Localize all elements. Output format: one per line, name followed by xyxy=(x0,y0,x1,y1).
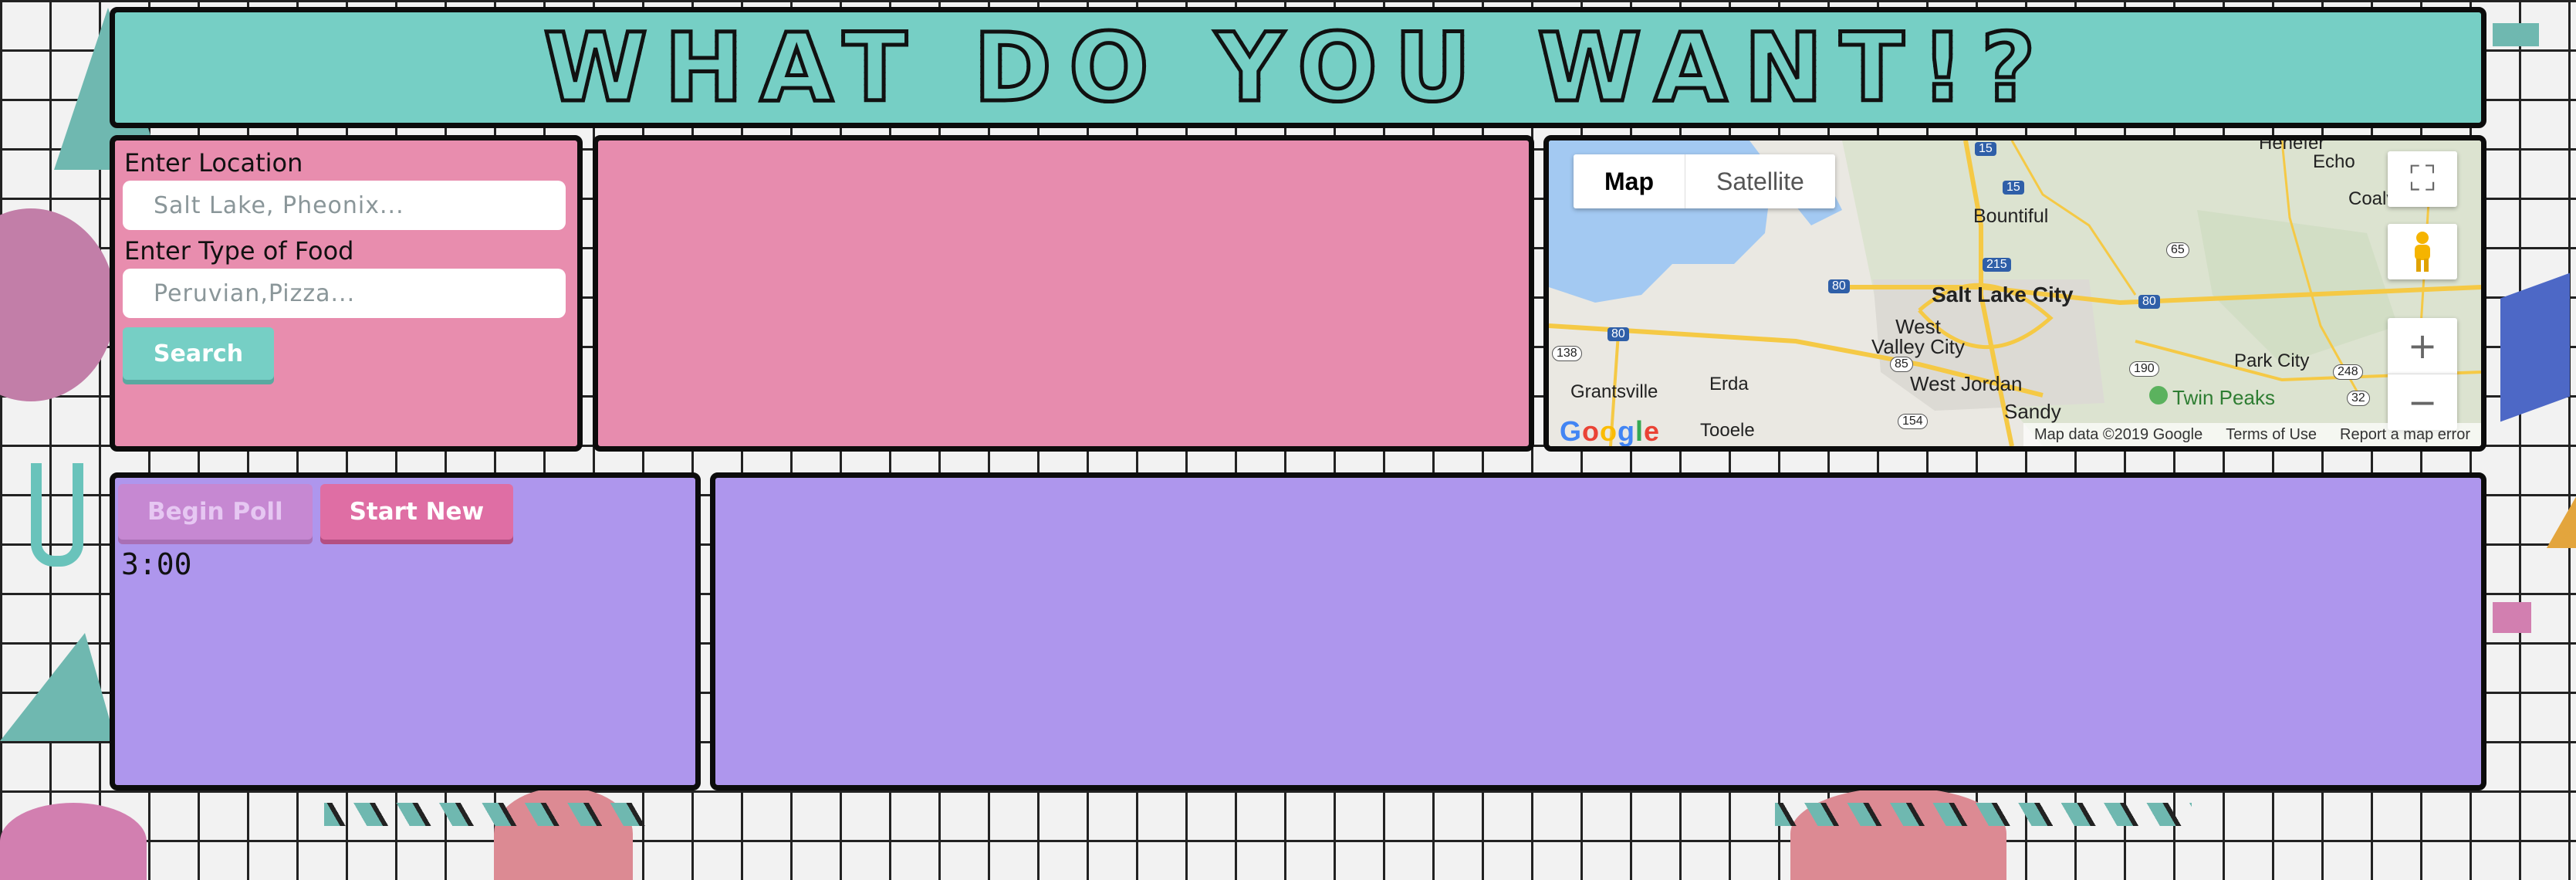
route-shield-65: 65 xyxy=(2166,242,2189,258)
page-title: WHAT DO YOU WANT!? xyxy=(542,11,2053,124)
poll-panel: Begin Poll Start New 3:00 xyxy=(110,472,701,790)
begin-poll-button[interactable]: Begin Poll xyxy=(118,484,313,540)
route-shield-85: 85 xyxy=(1890,357,1913,372)
google-logo-letter: o xyxy=(1600,415,1618,447)
minus-icon: − xyxy=(2407,381,2438,423)
google-logo-letter: o xyxy=(1582,415,1601,447)
decor-blue-dotted-block xyxy=(2500,272,2570,422)
title-banner: WHAT DO YOU WANT!? xyxy=(110,7,2486,128)
decor-mauve-circle xyxy=(0,208,116,401)
location-input[interactable] xyxy=(123,181,566,230)
google-logo-letter: g xyxy=(1618,415,1636,447)
route-shield-154: 154 xyxy=(1898,414,1928,429)
place-tooele: Tooele xyxy=(1700,420,1755,441)
map-type-map-button[interactable]: Map xyxy=(1574,154,1685,208)
decor-teal-square xyxy=(2493,23,2539,46)
zoom-out-button[interactable]: − xyxy=(2388,374,2457,430)
map-type-control: Map Satellite xyxy=(1574,154,1835,208)
route-shield-190: 190 xyxy=(2129,361,2159,377)
place-salt-lake-city: Salt Lake City xyxy=(1932,283,2074,306)
decor-zigzag-2 xyxy=(1775,803,2192,826)
decor-salmon-halfcircle xyxy=(494,787,633,880)
place-west-valley-city: West Valley City xyxy=(1871,315,1965,358)
location-label: Enter Location xyxy=(124,148,303,178)
decor-teal-triangle-2 xyxy=(0,633,116,741)
search-button[interactable]: Search xyxy=(123,327,274,380)
place-erda: Erda xyxy=(1709,374,1749,394)
decor-teal-squiggle xyxy=(31,463,83,567)
pegman-icon xyxy=(2415,232,2430,272)
place-bountiful: Bountiful xyxy=(1973,205,2049,227)
decor-salmon-halfcircle-2 xyxy=(1790,787,2006,880)
search-panel: Enter Location Enter Type of Food Search xyxy=(110,135,583,452)
highway-shield-i80: 80 xyxy=(1828,279,1850,293)
street-view-pegman-button[interactable] xyxy=(2388,224,2457,279)
restaurant-results-panel xyxy=(593,135,1534,452)
google-map[interactable]: Henefer Echo Coalville Bountiful Salt La… xyxy=(1543,135,2486,452)
zoom-in-button[interactable]: + xyxy=(2388,318,2457,374)
google-logo-letter: e xyxy=(1644,415,1661,447)
food-type-label: Enter Type of Food xyxy=(124,236,354,266)
food-type-input[interactable] xyxy=(123,269,566,318)
map-attribution: Map data ©2019 Google Terms of Use Repor… xyxy=(2023,423,2481,446)
place-grantsville: Grantsville xyxy=(1570,381,1658,402)
highway-shield-i15: 15 xyxy=(2003,181,2024,195)
poll-results-panel xyxy=(710,472,2486,790)
route-shield-248: 248 xyxy=(2333,364,2363,380)
route-shield-138: 138 xyxy=(1552,346,1582,361)
plus-icon: + xyxy=(2407,325,2438,367)
poll-timer: 3:00 xyxy=(121,547,192,581)
terms-of-use-link[interactable]: Terms of Use xyxy=(2226,423,2317,446)
place-west-jordan: West Jordan xyxy=(1910,372,2023,395)
place-echo: Echo xyxy=(2313,151,2355,172)
google-logo-letter: l xyxy=(1635,415,1645,447)
google-logo-letter: G xyxy=(1560,415,1583,447)
report-map-error-link[interactable]: Report a map error xyxy=(2340,423,2470,446)
map-type-satellite-button[interactable]: Satellite xyxy=(1685,154,1835,208)
place-twin-peaks: Twin Peaks xyxy=(2172,386,2275,409)
place-park-city: Park City xyxy=(2234,350,2310,371)
google-logo: Google xyxy=(1560,415,1661,447)
route-shield-32: 32 xyxy=(2347,391,2370,406)
decor-pink-halfcircle xyxy=(0,803,147,880)
start-new-button[interactable]: Start New xyxy=(319,484,514,540)
highway-shield-i15: 15 xyxy=(1975,142,1996,156)
decor-pink-square xyxy=(2493,602,2531,633)
highway-shield-i80: 80 xyxy=(2138,295,2160,309)
decor-zigzag xyxy=(324,803,648,826)
fullscreen-button[interactable]: ⛶ xyxy=(2388,151,2457,207)
place-sandy: Sandy xyxy=(2004,400,2061,423)
decor-orange-wedge xyxy=(2547,494,2576,548)
fullscreen-icon: ⛶ xyxy=(2409,157,2436,199)
highway-shield-i80: 80 xyxy=(1607,327,1629,341)
map-data-credit: Map data ©2019 Google xyxy=(2033,426,2203,443)
highway-shield-i215: 215 xyxy=(1983,258,2011,272)
